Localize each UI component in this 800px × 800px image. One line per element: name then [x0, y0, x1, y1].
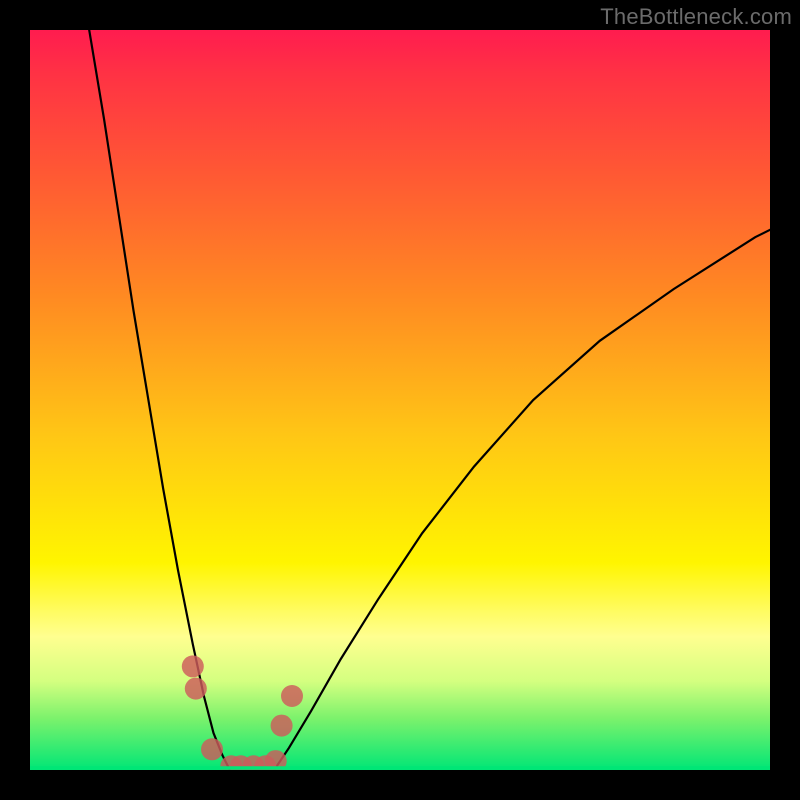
- frame: TheBottleneck.com: [0, 0, 800, 800]
- scatter-dot: [201, 738, 223, 760]
- scatter-dot: [281, 685, 303, 707]
- scatter-dot: [182, 655, 204, 677]
- watermark-text: TheBottleneck.com: [600, 4, 792, 30]
- left-curve: [89, 30, 230, 770]
- scatter-dot: [271, 715, 293, 737]
- chart-svg: [30, 30, 770, 770]
- scatter-dot: [185, 678, 207, 700]
- right-curve: [274, 230, 770, 770]
